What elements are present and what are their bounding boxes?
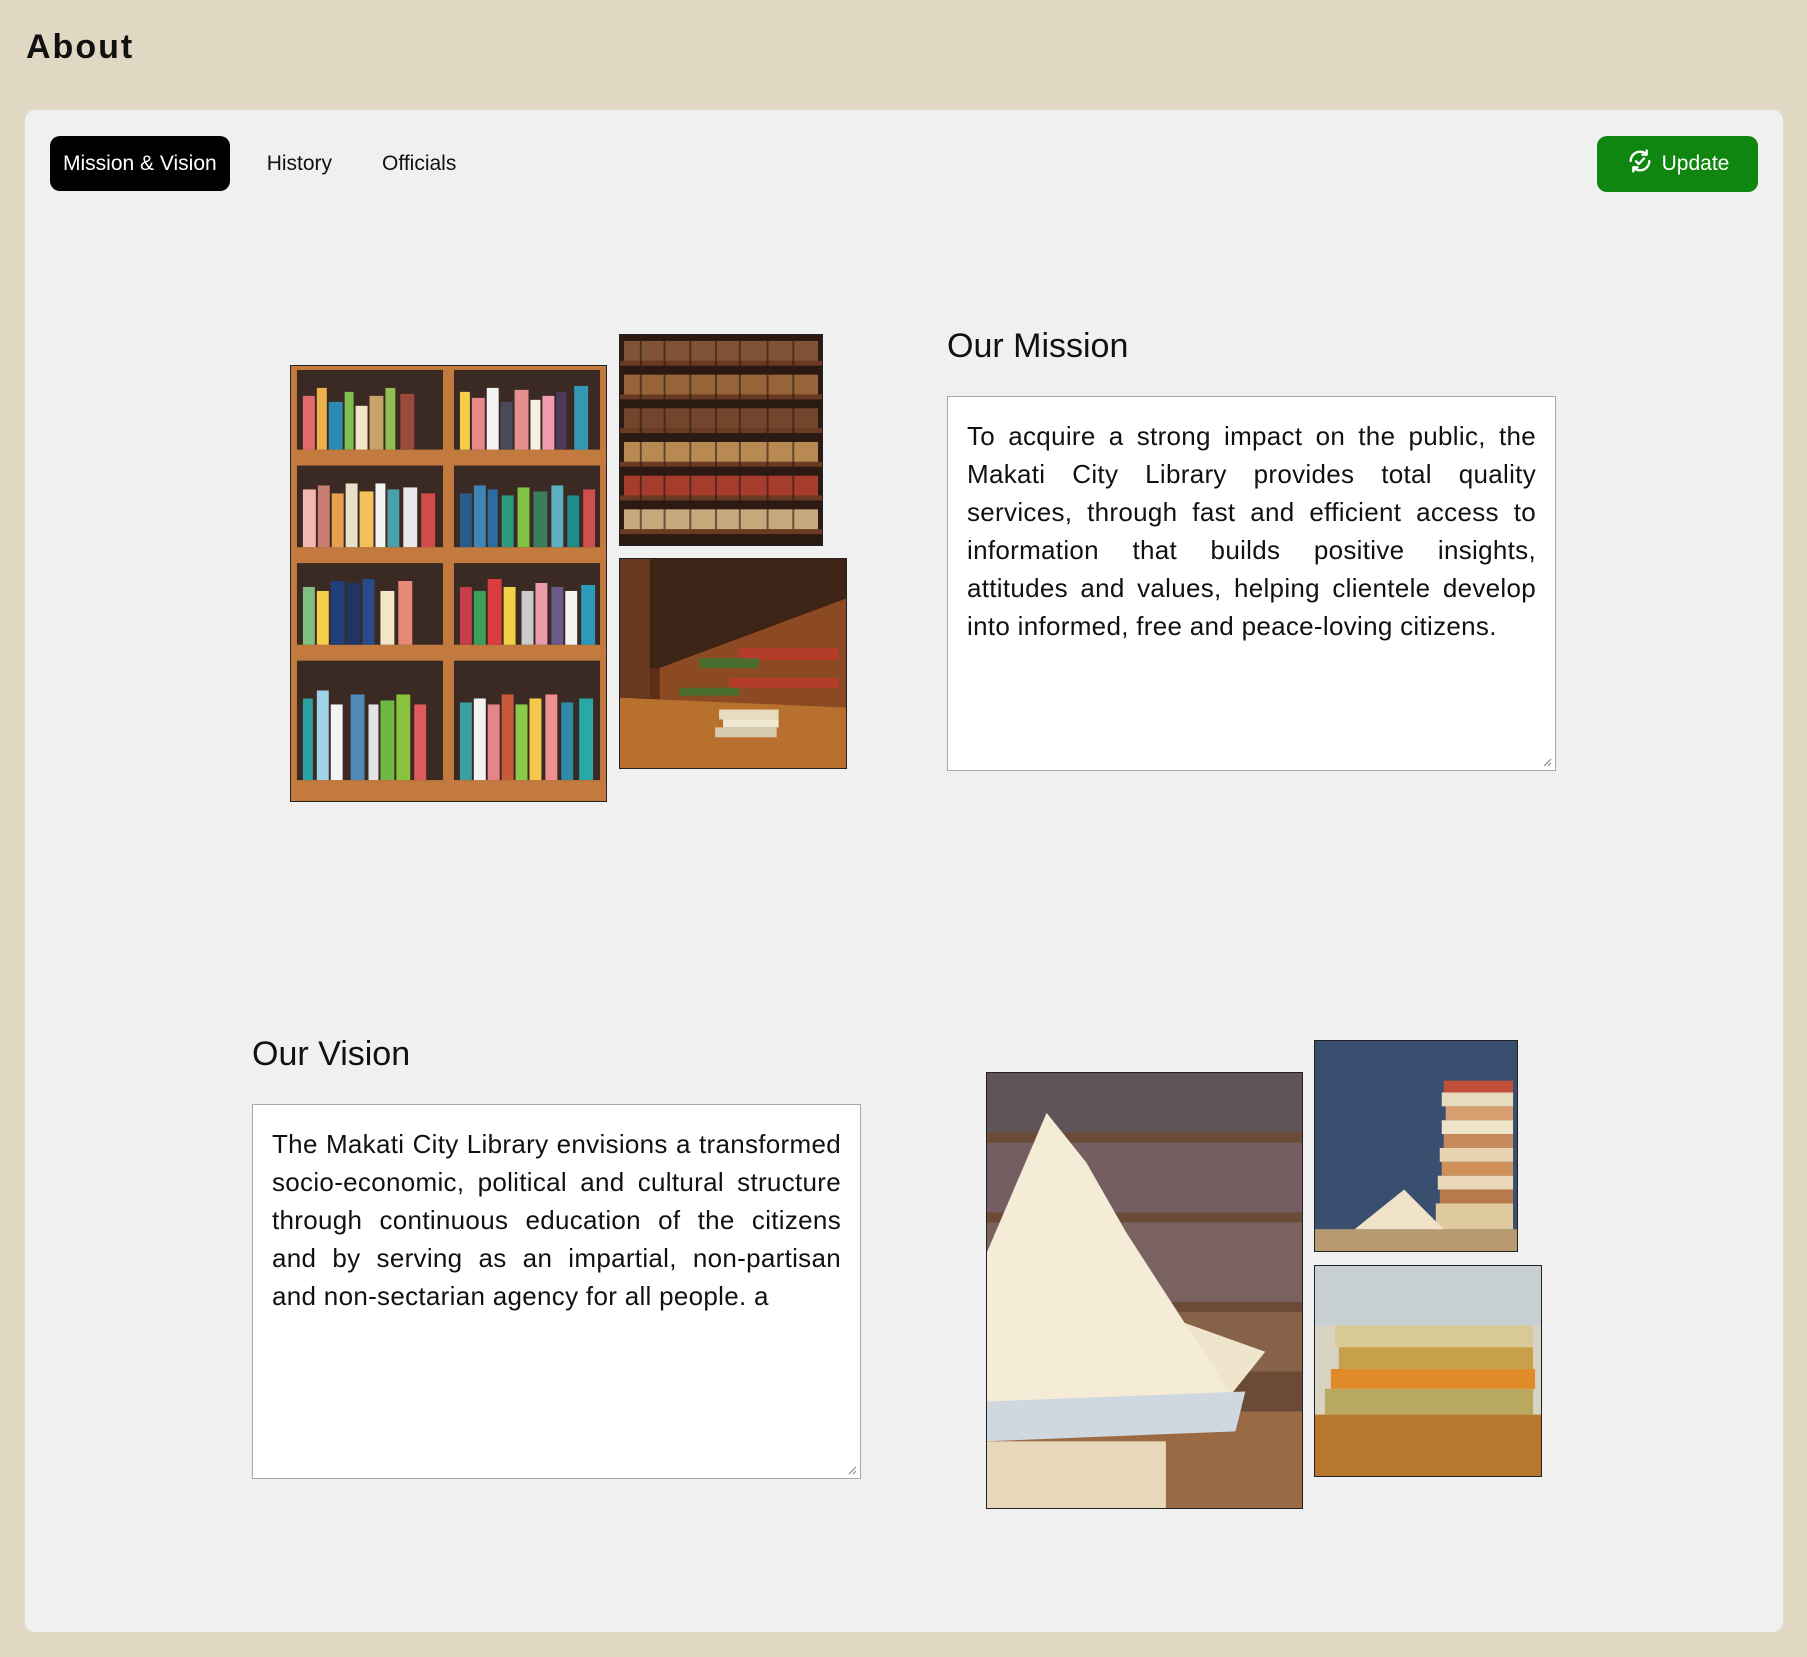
refresh-check-icon [1626,147,1654,181]
library-aisle-photo [619,558,847,769]
tab-bar: Mission & Vision History Officials [50,136,493,191]
tab-history[interactable]: History [254,136,345,191]
page-title: About [26,28,135,66]
update-button[interactable]: Update [1597,136,1758,192]
stacked-books-blue-photo [1314,1040,1518,1252]
mission-textarea[interactable]: To acquire a strong impact on the public… [947,396,1556,771]
tab-mission-vision[interactable]: Mission & Vision [50,136,230,191]
content-panel: Mission & Vision History Officials Updat… [25,110,1783,1632]
stacked-old-books-photo [1314,1265,1542,1477]
update-button-label: Update [1661,152,1730,175]
library-shelves-photo [619,334,823,546]
mission-title: Our Mission [947,327,1129,365]
bookshelf-illustration-image [290,365,607,802]
resize-grip-icon[interactable] [847,1465,857,1475]
open-book-photo [986,1072,1303,1509]
tab-officials[interactable]: Officials [369,136,469,191]
vision-title: Our Vision [252,1035,411,1073]
vision-textarea[interactable]: The Makati City Library envisions a tran… [252,1104,861,1479]
resize-grip-icon[interactable] [1542,757,1552,767]
vision-text: The Makati City Library envisions a tran… [272,1129,841,1311]
mission-text: To acquire a strong impact on the public… [967,421,1536,641]
